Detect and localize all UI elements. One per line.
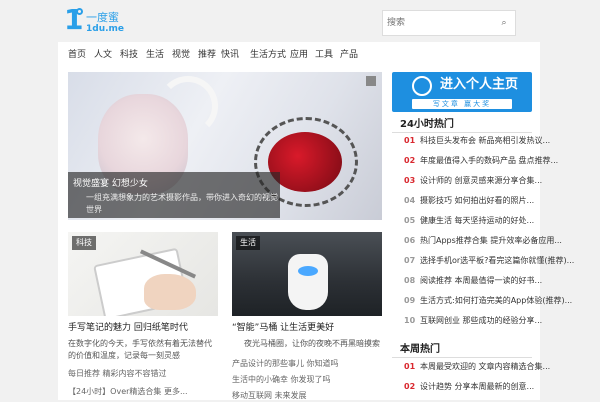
toilet-art <box>288 254 328 310</box>
user-icon <box>412 76 432 96</box>
small-link[interactable]: 生活中的小确幸 你发现了吗 <box>232 374 331 386</box>
nav-item[interactable]: 科技 <box>120 48 138 62</box>
hot24-item[interactable]: 互联网创业 那些成功的经验分享... <box>420 315 542 327</box>
feature-braid-art <box>158 76 218 136</box>
rank-number: 08 <box>404 276 416 285</box>
feature-title: 视觉盛宴 幻想少女 <box>73 179 148 189</box>
hot24-item[interactable]: 选择手机or选平板?看完这篇你就懂(推荐)... <box>420 255 574 267</box>
divider <box>392 357 532 358</box>
rank-number: 01 <box>404 136 416 145</box>
nav-item[interactable]: 快讯 <box>221 48 239 62</box>
nav-item[interactable]: 产品 <box>340 48 358 62</box>
logo-text-cn: 一度蜜 <box>86 11 119 24</box>
article-title[interactable]: “智能”马桶 让生活更美好 <box>232 322 334 334</box>
nav-item[interactable]: 推荐 <box>198 48 216 62</box>
hot24-item[interactable]: 摄影技巧 如何拍出好看的照片... <box>420 195 534 207</box>
rank-number: 03 <box>404 176 416 185</box>
article-desc: 在数字化的今天，手写依然有着无法替代的价值和温度，记录每一刻灵感 <box>68 339 212 360</box>
nav-item[interactable]: 视觉 <box>172 48 190 62</box>
site-header: 1 一度蜜 1du.me ⌕ <box>0 0 600 40</box>
logo-circle-icon <box>76 8 83 15</box>
nav-item-home[interactable]: 首页 <box>68 48 86 62</box>
rank-number: 05 <box>404 216 416 225</box>
category-tag[interactable]: 生活 <box>236 236 260 250</box>
small-link[interactable]: 【24小时】Over精选合集 更多... <box>68 386 188 398</box>
hot24-item[interactable]: 年度最值得入手的数码产品 盘点推荐... <box>420 155 558 167</box>
rank-number: 09 <box>404 296 416 305</box>
article-title[interactable]: 手写笔记的魅力 回归纸笔时代 <box>68 322 188 334</box>
rank-number: 02 <box>404 382 416 391</box>
hot24-item[interactable]: 设计师的 创意灵感来源分享合集... <box>420 175 542 187</box>
search-box: ⌕ <box>382 10 516 36</box>
small-link[interactable]: 产品设计的那些事儿 你知道吗 <box>232 358 339 370</box>
feature-caption[interactable]: 视觉盛宴 幻想少女 一组充满想象力的艺术摄影作品，带你进入奇幻的视觉世界 <box>68 172 280 218</box>
search-icon[interactable]: ⌕ <box>497 16 511 30</box>
profile-banner[interactable]: 进入个人主页 写文章 赢大奖 <box>392 72 532 112</box>
rank-number: 02 <box>404 156 416 165</box>
rank-number: 10 <box>404 316 416 325</box>
hot24-item[interactable]: 生活方式:如何打造完美的App体验(推荐)... <box>420 295 572 307</box>
hot24-title: 24小时热门 <box>400 119 454 130</box>
hotweek-item[interactable]: 本周最受欢迎的 文章内容精选合集... <box>420 361 550 373</box>
hotweek-title: 本周热门 <box>400 344 440 355</box>
nav-item[interactable]: 生活方式 <box>250 48 286 62</box>
logo-text-en: 1du.me <box>86 24 125 34</box>
nav-item[interactable]: 人文 <box>94 48 112 62</box>
hotweek-item[interactable]: 设计趋势 分享本周最新的创意... <box>420 381 534 393</box>
hot24-item[interactable]: 阅读推荐 本周最值得一读的好书... <box>420 275 542 287</box>
toilet-glow-art <box>298 266 318 276</box>
banner-main-text: 进入个人主页 <box>440 77 519 92</box>
hot24-item[interactable]: 科技巨头发布会 新品亮相引发热议... <box>420 135 550 147</box>
small-link[interactable]: 每日推荐 精彩内容不容错过 <box>68 368 167 380</box>
hot24-item[interactable]: 健康生活 每天坚持运动的好处... <box>420 215 534 227</box>
nav-item[interactable]: 应用 <box>290 48 308 62</box>
nav-item[interactable]: 生活 <box>146 48 164 62</box>
site-logo[interactable]: 1 一度蜜 1du.me <box>64 6 144 36</box>
hot24-item[interactable]: 热门Apps推荐合集 提升效率必备应用... <box>420 235 562 247</box>
pause-icon[interactable] <box>366 76 376 86</box>
article-thumb[interactable]: 生活 <box>232 232 382 316</box>
banner-sub-text: 写文章 赢大奖 <box>412 99 512 109</box>
small-link[interactable]: 移动互联网 未来发展 <box>232 390 307 402</box>
rank-number: 01 <box>404 362 416 371</box>
rank-number: 07 <box>404 256 416 265</box>
hand-art <box>144 274 196 310</box>
rank-number: 04 <box>404 196 416 205</box>
nav-item[interactable]: 工具 <box>315 48 333 62</box>
divider <box>392 132 532 133</box>
rank-number: 06 <box>404 236 416 245</box>
main-nav: 首页 人文 科技 生活 视觉 推荐 快讯 生活方式 应用 工具 产品 <box>58 42 540 68</box>
feature-desc: 一组充满想象力的艺术摄影作品，带你进入奇幻的视觉世界 <box>86 193 278 214</box>
category-tag[interactable]: 科技 <box>72 236 96 250</box>
search-input[interactable] <box>387 15 493 31</box>
article-thumb[interactable]: 科技 <box>68 232 218 316</box>
article-desc: 夜光马桶圈，让你的夜晚不再黑暗摸索 <box>244 339 380 348</box>
